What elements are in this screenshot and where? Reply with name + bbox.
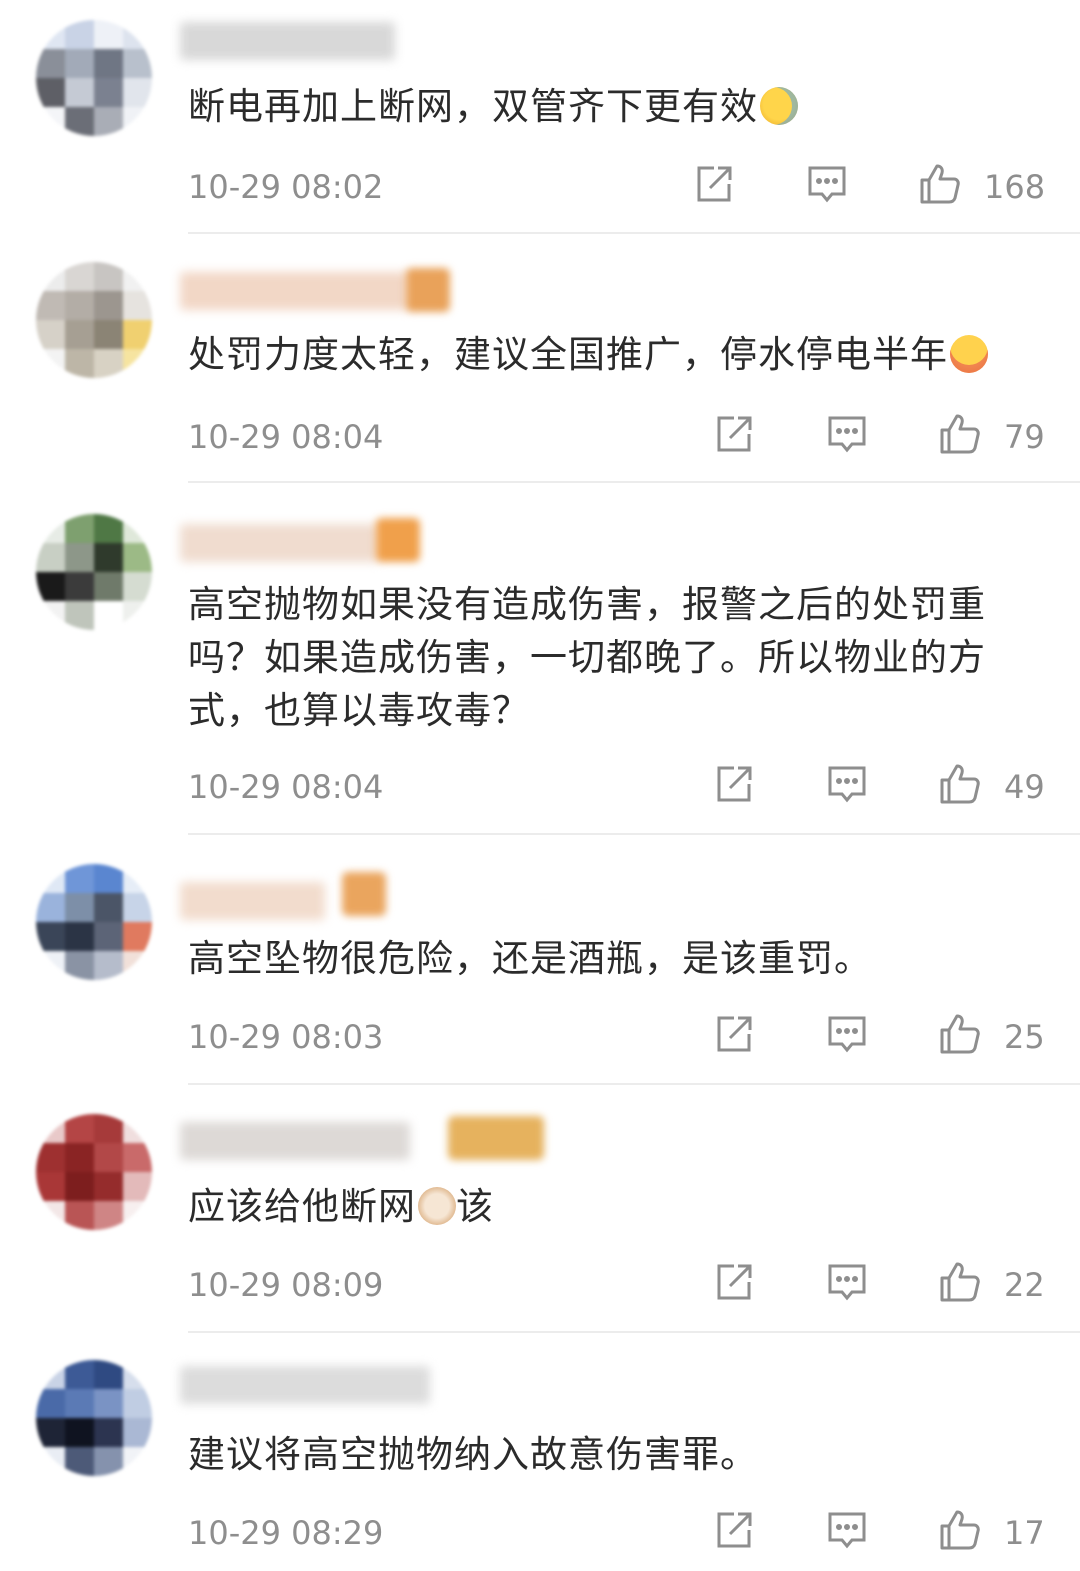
share-icon[interactable]	[712, 762, 756, 806]
share-icon[interactable]	[712, 1508, 756, 1552]
comment-item: 高空坠物很危险，还是酒瓶，是该重罚。 10-29 08:03 25	[0, 836, 1080, 1086]
thumbs-up-icon[interactable]	[938, 412, 982, 456]
divider	[188, 1083, 1080, 1085]
comment-text-content: 处罚力度太轻，建议全国推广，停水停电半年	[188, 333, 948, 376]
avatar[interactable]	[36, 20, 152, 136]
comment-item: 应该给他断网该 10-29 08:09 22	[0, 1086, 1080, 1334]
comment-item: 高空抛物如果没有造成伤害，报警之后的处罚重吗？如果造成伤害，一切都晚了。所以物业…	[0, 484, 1080, 836]
comment-meta: 10-29 08:09 22	[188, 1258, 1048, 1308]
like-count: 22	[1004, 1266, 1045, 1304]
comment-item: 断电再加上断网，双管齐下更有效 10-29 08:02 168	[0, 0, 1080, 236]
comment-list: 断电再加上断网，双管齐下更有效 10-29 08:02 168 处罚力度太轻，建…	[0, 0, 1080, 1571]
share-icon[interactable]	[712, 1012, 756, 1056]
timestamp: 10-29 08:04	[188, 418, 384, 456]
thumbs-up-icon[interactable]	[938, 1012, 982, 1056]
timestamp: 10-29 08:04	[188, 768, 384, 806]
comment-meta: 10-29 08:02 168	[188, 160, 1048, 210]
comment-text: 高空抛物如果没有造成伤害，报警之后的处罚重吗？如果造成伤害，一切都晚了。所以物业…	[188, 583, 986, 732]
comment-meta: 10-29 08:04 79	[188, 410, 1048, 460]
comment-text: 建议将高空抛物纳入故意伤害罪。	[188, 1433, 758, 1476]
level-badge-icon	[406, 268, 450, 312]
level-badge-icon	[342, 872, 386, 916]
comment-text: 处罚力度太轻，建议全国推广，停水停电半年	[188, 328, 1048, 381]
timestamp: 10-29 08:03	[188, 1018, 384, 1056]
comment-icon[interactable]	[825, 412, 869, 456]
thumbs-up-icon[interactable]	[938, 762, 982, 806]
divider	[188, 833, 1080, 835]
comment-item: 建议将高空抛物纳入故意伤害罪。 10-29 08:29 17	[0, 1334, 1080, 1571]
comment-meta: 10-29 08:29 17	[188, 1506, 1048, 1556]
avatar[interactable]	[36, 1114, 152, 1230]
comment-text-content: 应该给他断网	[188, 1185, 416, 1228]
level-badge-icon	[376, 518, 420, 562]
avatar[interactable]	[36, 864, 152, 980]
share-icon[interactable]	[712, 412, 756, 456]
timestamp: 10-29 08:09	[188, 1266, 384, 1304]
comment-icon[interactable]	[825, 1260, 869, 1304]
avatar[interactable]	[36, 1360, 152, 1476]
username-blurred[interactable]	[180, 1122, 410, 1160]
level-badge-icon	[448, 1116, 544, 1160]
divider	[188, 232, 1080, 234]
comment-icon[interactable]	[825, 1508, 869, 1552]
username-blurred[interactable]	[180, 272, 410, 310]
divider	[188, 481, 1080, 483]
avatar[interactable]	[36, 262, 152, 378]
cat-face-emoji	[418, 1187, 456, 1225]
avatar[interactable]	[36, 514, 152, 630]
comment-text: 断电再加上断网，双管齐下更有效	[188, 80, 1048, 133]
comment-item: 处罚力度太轻，建议全国推广，停水停电半年 10-29 08:04 79	[0, 236, 1080, 484]
comment-icon[interactable]	[825, 762, 869, 806]
comment-text: 应该给他断网该	[188, 1180, 1048, 1233]
timestamp: 10-29 08:02	[188, 168, 384, 206]
username-blurred[interactable]	[180, 1366, 430, 1404]
comment-meta: 10-29 08:03 25	[188, 1010, 1048, 1060]
like-count: 25	[1004, 1018, 1045, 1056]
username-blurred[interactable]	[180, 882, 325, 920]
comment-icon[interactable]	[825, 1012, 869, 1056]
laughing-tears-emoji	[760, 87, 798, 125]
thumbs-up-icon[interactable]	[938, 1260, 982, 1304]
like-count: 17	[1004, 1514, 1045, 1552]
like-count: 49	[1004, 768, 1045, 806]
comment-meta: 10-29 08:04 49	[188, 760, 1048, 810]
thumbs-up-icon[interactable]	[938, 1508, 982, 1552]
comment-text: 高空坠物很危险，还是酒瓶，是该重罚。	[188, 937, 872, 980]
share-icon[interactable]	[712, 1260, 756, 1304]
divider	[188, 1331, 1080, 1333]
comment-icon[interactable]	[805, 162, 849, 206]
comment-text-content: 该	[456, 1185, 494, 1228]
yum-emoji	[950, 335, 988, 373]
username-blurred[interactable]	[180, 524, 380, 562]
comment-text-content: 断电再加上断网，双管齐下更有效	[188, 85, 758, 128]
username-blurred[interactable]	[180, 22, 395, 60]
like-count: 79	[1004, 418, 1045, 456]
share-icon[interactable]	[692, 162, 736, 206]
like-count: 168	[984, 168, 1046, 206]
thumbs-up-icon[interactable]	[918, 162, 962, 206]
timestamp: 10-29 08:29	[188, 1514, 384, 1552]
